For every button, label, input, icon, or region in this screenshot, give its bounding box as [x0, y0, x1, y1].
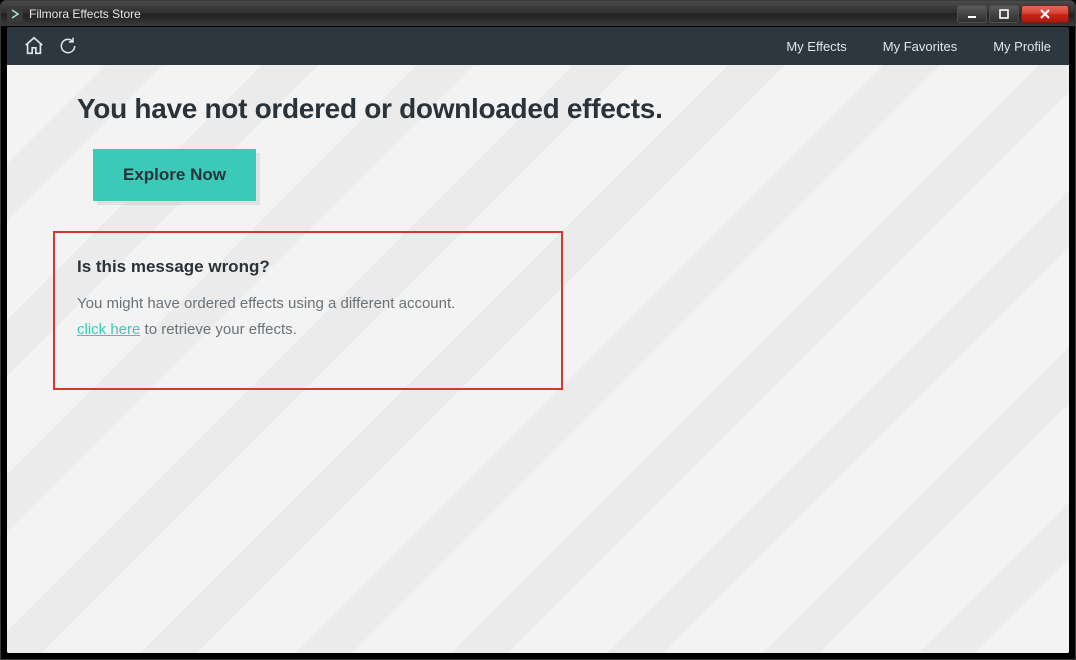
- explore-now-button[interactable]: Explore Now: [93, 149, 256, 201]
- wrong-message-box: Is this message wrong? You might have or…: [53, 231, 563, 390]
- window-frame: Filmora Effects Store: [0, 0, 1076, 660]
- wrong-message-line2-suffix: to retrieve your effects.: [140, 321, 296, 338]
- home-icon[interactable]: [21, 33, 47, 59]
- maximize-button[interactable]: [989, 5, 1019, 23]
- page-headline: You have not ordered or downloaded effec…: [77, 93, 1009, 125]
- titlebar: Filmora Effects Store: [1, 1, 1075, 27]
- wrong-message-text: You might have ordered effects using a d…: [77, 291, 539, 344]
- inner-frame: My Effects My Favorites My Profile You h…: [7, 27, 1069, 653]
- window-title: Filmora Effects Store: [29, 7, 141, 21]
- wrong-message-line1: You might have ordered effects using a d…: [77, 295, 455, 312]
- app-icon: [7, 6, 23, 22]
- nav-my-favorites[interactable]: My Favorites: [883, 39, 957, 54]
- toolbar: My Effects My Favorites My Profile: [7, 27, 1069, 65]
- wrong-message-title: Is this message wrong?: [77, 257, 539, 277]
- close-button[interactable]: [1021, 5, 1069, 23]
- click-here-link[interactable]: click here: [77, 321, 140, 338]
- content-area: You have not ordered or downloaded effec…: [7, 65, 1069, 653]
- nav-my-profile[interactable]: My Profile: [993, 39, 1051, 54]
- refresh-icon[interactable]: [55, 33, 81, 59]
- minimize-button[interactable]: [957, 5, 987, 23]
- nav-my-effects[interactable]: My Effects: [786, 39, 846, 54]
